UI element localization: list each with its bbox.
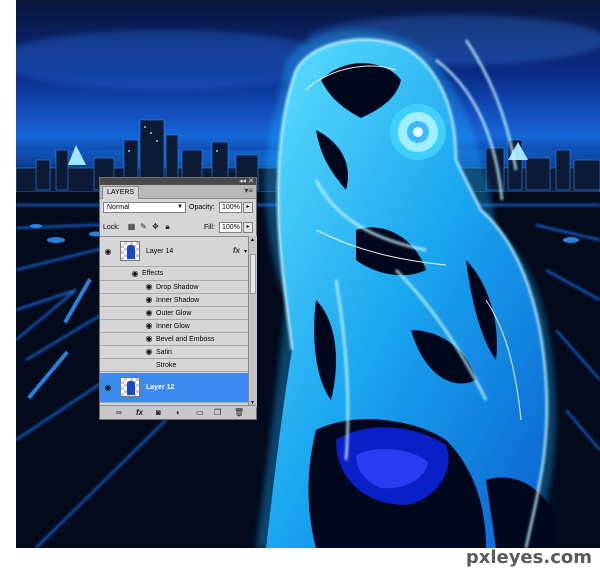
link-layers-icon[interactable]: ∞	[116, 407, 122, 418]
layers-list: ◉ Layer 14 fx ▾ ◉ Effects ◉ Drop Shadow ◉…	[100, 236, 248, 408]
close-icon[interactable]: ✕	[248, 177, 254, 185]
trash-icon[interactable]: 🗑︎	[234, 407, 244, 418]
new-layer-icon[interactable]: ❐	[214, 407, 221, 418]
opacity-label: Opacity:	[189, 204, 215, 211]
panel-bottom-bar: ∞ fx ◙ ◐ ▭ ❐ 🗑︎	[100, 405, 256, 419]
lock-image-icon[interactable]: ✎	[139, 222, 148, 231]
layer-row[interactable]: ◉ Layer 14 fx ▾	[100, 237, 248, 267]
lock-position-icon[interactable]: ✥	[151, 222, 160, 231]
adjustment-layer-icon[interactable]: ◐	[176, 407, 181, 418]
effect-item[interactable]: ◉ Outer Glow	[100, 307, 248, 320]
eye-icon[interactable]: ◉	[144, 334, 154, 344]
blend-mode-value: Normal	[107, 204, 130, 211]
fill-slider-arrow-icon[interactable]: ▸	[243, 222, 253, 233]
effect-item[interactable]: ◉ Inner Glow	[100, 320, 248, 333]
eye-icon[interactable]: ◉	[130, 269, 140, 279]
eye-icon[interactable]: ◉	[144, 321, 154, 331]
panel-tab-row: LAYERS ▾≡	[100, 185, 256, 199]
scroll-thumb[interactable]	[250, 254, 256, 294]
eye-icon[interactable]: ◉	[103, 383, 113, 393]
dropdown-arrow-icon: ▼	[177, 204, 183, 210]
lock-label: Lock:	[103, 224, 120, 231]
fill-label: Fill:	[204, 224, 215, 231]
fill-input[interactable]: 100%	[219, 222, 242, 233]
eye-icon[interactable]: ◉	[144, 347, 154, 357]
effect-item[interactable]: ◉ Inner Shadow	[100, 294, 248, 307]
add-layer-style-icon[interactable]: fx	[136, 407, 143, 418]
eye-icon[interactable]: ◉	[144, 282, 154, 292]
add-mask-icon[interactable]: ◙	[156, 407, 161, 418]
double-chevron-icon[interactable]: ◂◂	[239, 177, 246, 185]
effect-item[interactable]: ◉ Bevel and Emboss	[100, 333, 248, 346]
effect-item[interactable]: ◉ Satin	[100, 346, 248, 359]
lock-all-icon[interactable]: 🔒︎	[163, 222, 172, 231]
eye-icon[interactable]: ◉	[144, 308, 154, 318]
fx-badge[interactable]: fx	[233, 246, 240, 255]
blend-mode-select[interactable]: Normal ▼	[103, 202, 186, 213]
eye-icon[interactable]: ◉	[103, 247, 113, 257]
opacity-slider-arrow-icon[interactable]: ▸	[243, 202, 253, 213]
new-group-icon[interactable]: ▭	[196, 407, 204, 418]
layer-thumbnail	[120, 241, 140, 261]
layer-name: Layer 14	[146, 248, 174, 255]
layers-panel: ◂◂ ✕ LAYERS ▾≡ Normal ▼ Opacity: 100% ▸ …	[99, 177, 257, 420]
layer-name: Layer 12	[146, 384, 175, 391]
effects-label: Effects	[142, 270, 164, 277]
tab-layers[interactable]: LAYERS	[102, 186, 140, 199]
lock-transparency-icon[interactable]: ▦	[127, 222, 136, 231]
eye-icon[interactable]: ◉	[144, 295, 154, 305]
effect-item[interactable]: Stroke	[100, 359, 248, 372]
opacity-input[interactable]: 100%	[219, 202, 242, 213]
layers-scrollbar[interactable]: ▲ ▼	[248, 236, 257, 407]
effect-item[interactable]: ◉ Drop Shadow	[100, 281, 248, 294]
layer-thumbnail	[120, 377, 140, 397]
panel-titlebar[interactable]: ◂◂ ✕	[100, 178, 256, 185]
layer-row-selected[interactable]: ◉ Layer 12	[100, 373, 248, 403]
watermark: pxleyes.com	[465, 547, 592, 568]
panel-menu-icon[interactable]: ▾≡	[244, 186, 253, 195]
scroll-up-icon[interactable]: ▲	[250, 237, 255, 243]
effects-group[interactable]: ◉ Effects	[100, 267, 248, 281]
expand-effects-icon[interactable]: ▾	[244, 248, 247, 255]
